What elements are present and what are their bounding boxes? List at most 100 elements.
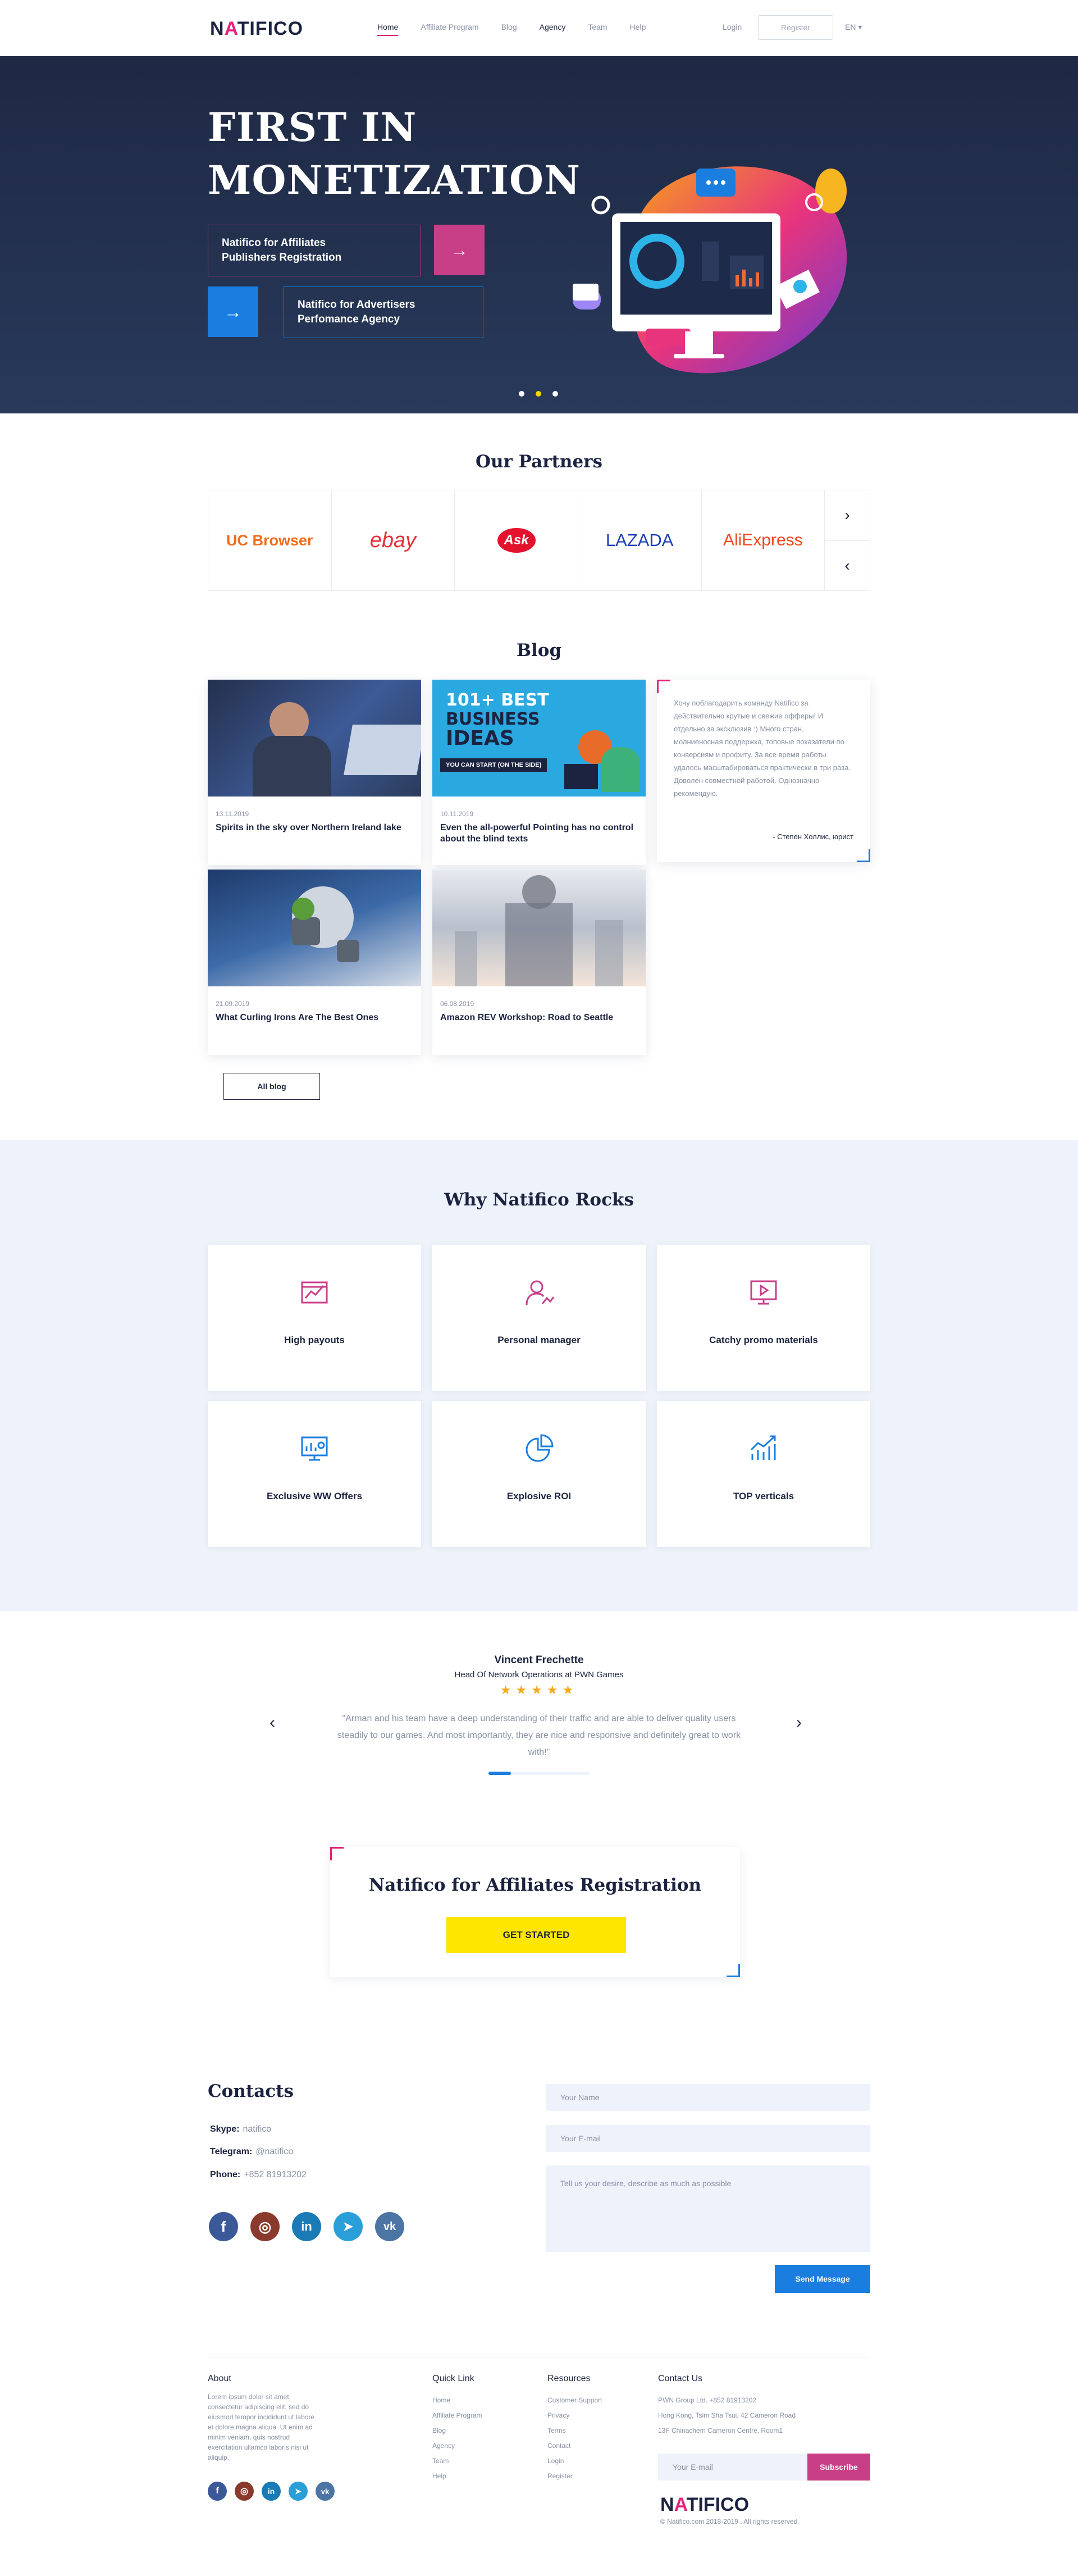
partners-nav: › ‹ <box>825 490 870 590</box>
all-blog-button[interactable]: All blog <box>223 1073 320 1100</box>
telegram-icon[interactable]: ➤ <box>289 2482 308 2501</box>
linkedin-icon[interactable]: in <box>262 2482 281 2501</box>
blog-card-title[interactable]: Amazon REV Workshop: Road to Seattle <box>440 1012 634 1023</box>
footer-logo[interactable]: NATIFICO <box>660 2494 749 2516</box>
footer-link[interactable]: Affiliate Program <box>432 2408 482 2423</box>
testimonial-next-button[interactable]: › <box>796 1713 802 1732</box>
nav-affiliate-program[interactable]: Affiliate Program <box>421 22 478 31</box>
subscribe-button[interactable]: Subscribe <box>807 2454 870 2481</box>
footer-link[interactable]: Blog <box>432 2423 482 2438</box>
feature-label: Exclusive WW Offers <box>266 1491 363 1501</box>
blog-testimonial-card: Хочу поблагодарить команду Natifico за д… <box>657 680 870 862</box>
feature-card: Catchy promo materials <box>657 1245 870 1391</box>
testimonial-progress <box>488 1772 590 1775</box>
linkedin-icon[interactable]: in <box>292 2212 321 2241</box>
testimonial-prev-button[interactable]: ‹ <box>270 1713 275 1732</box>
instagram-icon[interactable]: ◎ <box>250 2212 280 2241</box>
partner-logo-ucbrowser[interactable]: UC Browser <box>208 490 332 590</box>
ideas-banner-text: 101+ BEST BUSINESS IDEAS <box>446 690 549 750</box>
footer-link[interactable]: Team <box>432 2454 482 2469</box>
blog-card-image <box>432 870 646 986</box>
slider-dot[interactable] <box>519 391 524 397</box>
partner-logo-aliexpress[interactable]: AliExpress <box>702 490 825 590</box>
footer-resources-title: Resources <box>547 2374 591 2383</box>
partners-prev-button[interactable]: ‹ <box>825 540 870 591</box>
facebook-icon[interactable]: f <box>208 2482 227 2501</box>
chevron-right-icon: › <box>796 1713 802 1732</box>
contact-telegram: Telegram: @natifico <box>210 2147 294 2156</box>
telegram-icon[interactable]: ➤ <box>334 2212 363 2241</box>
vk-icon[interactable]: vk <box>316 2482 335 2501</box>
nav-blog[interactable]: Blog <box>501 22 517 31</box>
subscribe-email-input[interactable]: Your E-mail <box>673 2463 713 2472</box>
testimonial-role: Head Of Network Operations at PWN Games <box>454 1670 624 1680</box>
footer-link[interactable]: Contact <box>547 2438 602 2454</box>
chevron-left-icon: ‹ <box>844 556 850 574</box>
partner-logo-lazada[interactable]: LAZADA <box>578 490 702 590</box>
blog-card[interactable]: 06.08.2019 Amazon REV Workshop: Road to … <box>432 870 646 1055</box>
blog-card-title[interactable]: What Curling Irons Are The Best Ones <box>216 1012 410 1023</box>
registration-card: Natifico for Affiliates Registration GET… <box>330 1847 740 1977</box>
contact-phone: Phone: +852 81913202 <box>210 2170 307 2179</box>
blog-card-date: 13.11.2019 <box>216 810 249 818</box>
corner-decoration <box>330 1847 344 1860</box>
blog-card-image: 101+ BEST BUSINESS IDEAS YOU CAN START (… <box>432 680 646 797</box>
nav-agency[interactable]: Agency <box>540 22 566 31</box>
instagram-icon[interactable]: ◎ <box>235 2482 254 2501</box>
testimonial-name: Vincent Frechette <box>494 1654 584 1666</box>
footer-link[interactable]: Register <box>547 2469 602 2484</box>
testimonial-text: Хочу поблагодарить команду Natifico за д… <box>674 699 851 798</box>
footer-link[interactable]: Login <box>547 2454 602 2469</box>
email-input[interactable]: Your E-mail <box>546 2125 870 2152</box>
corner-decoration <box>857 849 870 862</box>
feature-label: TOP verticals <box>733 1491 794 1501</box>
verticals-icon <box>744 1429 783 1468</box>
footer-contact-title: Contact Us <box>658 2374 703 2383</box>
footer-about-text: Lorem ipsum dolor sit amet, consectetur … <box>208 2393 315 2461</box>
slider-dot[interactable] <box>552 391 558 397</box>
get-started-button[interactable]: GET STARTED <box>446 1917 626 1953</box>
advertisers-arrow-button[interactable]: → <box>208 286 258 337</box>
partners-next-button[interactable]: › <box>825 490 870 540</box>
footer-link[interactable]: Customer Support <box>547 2393 602 2408</box>
login-link[interactable]: Login <box>723 22 742 31</box>
blog-card[interactable]: 13.11.2019 Spirits in the sky over North… <box>208 680 421 865</box>
advertisers-agency-box[interactable]: Natifico for Advertisers Perfomance Agenc… <box>284 286 483 338</box>
footer-link[interactable]: Agency <box>432 2438 482 2454</box>
footer-link[interactable]: Terms <box>547 2423 602 2438</box>
logo[interactable]: NATIFICO <box>210 18 303 40</box>
nav-help[interactable]: Help <box>630 22 646 31</box>
blog-card[interactable]: 21.09.2019 What Curling Irons Are The Be… <box>208 870 421 1055</box>
blog-card-title[interactable]: Even the all-powerful Pointing has no co… <box>440 822 634 845</box>
blog-card-title[interactable]: Spirits in the sky over Northern Ireland… <box>216 822 410 834</box>
name-input[interactable]: Your Name <box>546 2084 870 2111</box>
facebook-icon[interactable]: f <box>209 2212 238 2241</box>
send-message-button[interactable]: Send Message <box>775 2265 870 2293</box>
contact-skype: Skype: natifico <box>210 2124 272 2134</box>
partner-logo-ebay[interactable]: ebay <box>332 490 455 590</box>
feature-label: Catchy promo materials <box>709 1335 818 1345</box>
footer-link[interactable]: Home <box>432 2393 482 2408</box>
message-textarea[interactable]: Tell us your desire, describe as much as… <box>546 2165 870 2252</box>
footer-link[interactable]: Help <box>432 2469 482 2484</box>
blog-card-date: 21.09.2019 <box>216 1000 250 1008</box>
affiliates-registration-box[interactable]: Natifico for Affiliates Publishers Regist… <box>208 225 421 276</box>
blog-card-date: 06.08.2019 <box>440 1000 474 1008</box>
arrow-right-icon: → <box>224 301 242 322</box>
vk-icon[interactable]: vk <box>375 2212 404 2241</box>
affiliates-arrow-button[interactable]: → <box>434 225 485 275</box>
testimonial-progress-fill <box>488 1772 511 1775</box>
hero-slider-dots <box>519 391 558 397</box>
nav-home[interactable]: Home <box>377 22 399 36</box>
blog-card[interactable]: 101+ BEST BUSINESS IDEAS YOU CAN START (… <box>432 680 646 865</box>
register-button[interactable]: Register <box>758 15 833 40</box>
slider-dot-active[interactable] <box>536 391 541 397</box>
blog-card-date: 10.11.2019 <box>440 810 474 818</box>
corner-decoration <box>727 1964 740 1977</box>
nav-team[interactable]: Team <box>588 22 607 31</box>
language-select[interactable]: EN ▾ <box>845 22 862 32</box>
footer-link[interactable]: Privacy <box>547 2408 602 2423</box>
feature-card: TOP verticals <box>657 1401 870 1547</box>
footer-subscribe: Your E-mail Subscribe <box>658 2454 870 2481</box>
partner-logo-ask[interactable]: Ask <box>455 490 578 590</box>
